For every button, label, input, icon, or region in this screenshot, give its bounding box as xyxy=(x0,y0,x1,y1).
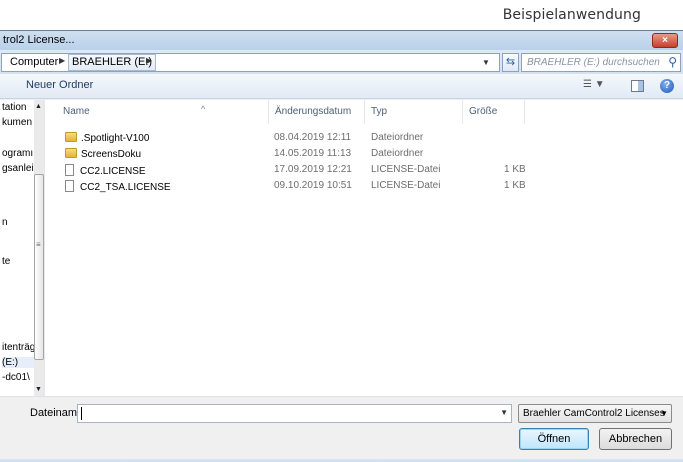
search-input[interactable]: BRAEHLER (E:) durchsuchen ⚲ xyxy=(521,53,681,72)
file-row[interactable]: .Spotlight-V100 08.04.2019 12:11 Dateior… xyxy=(45,130,683,146)
navigation-pane[interactable]: tation kumen ogramı gsanleit n te itentr… xyxy=(0,100,45,396)
chevron-down-icon[interactable]: ▼ xyxy=(500,408,508,417)
column-header-name[interactable]: Name ^ xyxy=(57,100,269,124)
nav-item-selected[interactable]: (E:) xyxy=(2,357,36,368)
window-caption: Beispielanwendung xyxy=(502,7,641,23)
file-type-filter[interactable]: Braehler CamControl2 Licenses ▼ xyxy=(518,404,672,423)
breadcrumb-drive[interactable]: BRAEHLER (E:) xyxy=(72,56,152,68)
new-folder-button[interactable]: Neuer Ordner xyxy=(26,79,93,91)
address-row: Computer ▶ BRAEHLER (E:) ▶ ▼ ⇆ BRAEHLER … xyxy=(0,50,683,74)
open-file-dialog: trol2 License... × Computer ▶ BRAEHLER (… xyxy=(0,30,683,462)
file-name: .Spotlight-V100 xyxy=(81,133,150,144)
view-options-icon[interactable]: ☰ ▼ xyxy=(583,79,605,90)
search-icon[interactable]: ⚲ xyxy=(668,55,677,69)
scrollbar-thumb[interactable] xyxy=(34,174,44,360)
nav-item[interactable]: tation xyxy=(2,102,26,113)
dialog-title: trol2 License... xyxy=(3,34,75,46)
close-button[interactable]: × xyxy=(652,33,678,48)
file-row[interactable]: ScreensDoku 14.05.2019 11:13 Dateiordner xyxy=(45,146,683,162)
scroll-up-icon[interactable]: ▲ xyxy=(35,103,42,110)
folder-icon xyxy=(65,132,77,142)
content-area: tation kumen ogramı gsanleit n te itentr… xyxy=(0,100,683,396)
screen: Beispielanwendung trol2 License... × Com… xyxy=(0,0,683,462)
chevron-down-icon[interactable]: ▼ xyxy=(482,58,490,67)
file-name-cell: .Spotlight-V100 xyxy=(65,132,149,144)
nav-item[interactable]: -dc01\ xyxy=(2,372,30,383)
help-icon[interactable]: ? xyxy=(660,79,674,93)
nav-item[interactable]: gsanleit xyxy=(2,163,36,174)
file-name: ScreensDoku xyxy=(81,149,142,160)
grip-icon: ≡ xyxy=(36,240,41,249)
text-caret xyxy=(81,407,82,420)
file-date: 09.10.2019 10:51 xyxy=(274,180,352,191)
file-size: 1 KB xyxy=(504,164,526,175)
open-button[interactable]: Öffnen xyxy=(519,428,589,450)
nav-scrollbar[interactable]: ▲ ≡ ▼ xyxy=(34,100,44,396)
refresh-button[interactable]: ⇆ xyxy=(502,53,519,72)
column-header-type[interactable]: Typ xyxy=(365,100,463,124)
file-name-cell: ScreensDoku xyxy=(65,148,141,160)
column-header-date[interactable]: Änderungsdatum xyxy=(269,100,365,124)
nav-item[interactable]: n xyxy=(2,217,8,228)
nav-item[interactable]: kumen xyxy=(2,117,32,128)
cancel-button[interactable]: Abbrechen xyxy=(599,428,672,450)
document-icon xyxy=(65,164,74,176)
file-list[interactable]: Name ^ Änderungsdatum Typ Größe .Spotlig… xyxy=(45,100,683,396)
address-bar[interactable]: Computer ▶ BRAEHLER (E:) ▶ ▼ xyxy=(1,53,500,72)
title-bar[interactable]: trol2 License... × xyxy=(0,31,683,50)
breadcrumb-computer[interactable]: Computer xyxy=(10,56,58,68)
filter-label: Braehler CamControl2 Licenses xyxy=(523,408,665,419)
file-date: 14.05.2019 11:13 xyxy=(274,148,352,159)
chevron-right-icon[interactable]: ▶ xyxy=(59,56,65,65)
file-date: 17.09.2019 12:21 xyxy=(274,164,352,175)
nav-item[interactable]: ogramı xyxy=(2,148,33,159)
scroll-down-icon[interactable]: ▼ xyxy=(35,386,42,393)
footer-panel: Dateiname: ▼ Braehler CamControl2 Licens… xyxy=(0,396,683,462)
nav-item[interactable]: te xyxy=(2,256,10,267)
file-size: 1 KB xyxy=(504,180,526,191)
file-date: 08.04.2019 12:11 xyxy=(274,132,352,143)
file-type: LICENSE-Datei xyxy=(371,164,441,175)
file-name-cell: CC2.LICENSE xyxy=(65,164,146,177)
column-header-size[interactable]: Größe xyxy=(463,100,525,124)
search-placeholder: BRAEHLER (E:) durchsuchen xyxy=(527,57,660,68)
file-name-cell: CC2_TSA.LICENSE xyxy=(65,180,171,193)
sort-ascending-icon: ^ xyxy=(201,104,206,114)
file-row[interactable]: CC2_TSA.LICENSE 09.10.2019 10:51 LICENSE… xyxy=(45,178,683,194)
filename-input[interactable]: ▼ xyxy=(77,404,512,423)
column-name-label: Name xyxy=(63,106,90,117)
file-row[interactable]: CC2.LICENSE 17.09.2019 12:21 LICENSE-Dat… xyxy=(45,162,683,178)
toolbar: Neuer Ordner ☰ ▼ ? xyxy=(0,74,683,99)
file-name: CC2_TSA.LICENSE xyxy=(80,182,171,193)
refresh-icon: ⇆ xyxy=(505,56,516,68)
nav-item[interactable]: itenträg xyxy=(2,342,35,353)
preview-pane-icon[interactable] xyxy=(631,80,644,92)
chevron-right-icon[interactable]: ▶ xyxy=(146,56,152,65)
file-type: Dateiordner xyxy=(371,148,424,159)
file-name: CC2.LICENSE xyxy=(80,166,146,177)
file-type: Dateiordner xyxy=(371,132,424,143)
document-icon xyxy=(65,180,74,192)
file-type: LICENSE-Datei xyxy=(371,180,441,191)
chevron-down-icon: ▼ xyxy=(660,409,668,418)
folder-icon xyxy=(65,148,77,158)
